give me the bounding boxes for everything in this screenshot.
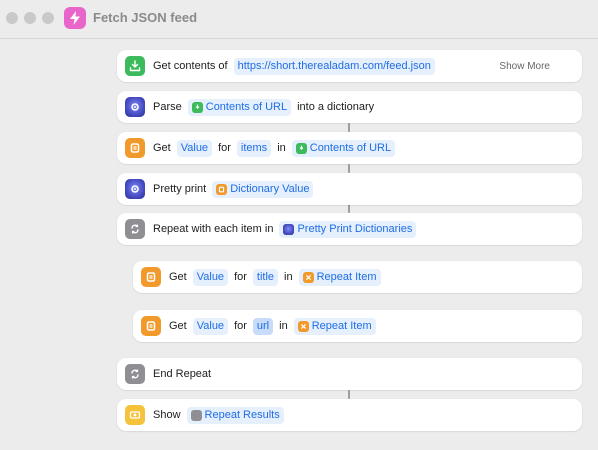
minimize-window-button[interactable] <box>24 12 36 24</box>
action-repeat-with-each[interactable]: Repeat with each item in Pretty Print Di… <box>117 213 582 245</box>
action-label: Pretty print <box>153 183 207 195</box>
action-label: Get <box>169 271 187 283</box>
key-token[interactable]: title <box>252 268 279 286</box>
url-text: https://short.therealadam.com/feed.json <box>237 59 431 72</box>
for-word: for <box>218 142 231 154</box>
action-get-contents-of-url[interactable]: Get contents of https://short.therealada… <box>117 50 582 82</box>
value-token[interactable]: Value <box>176 139 213 157</box>
variable-token[interactable]: Repeat Results <box>186 406 284 424</box>
dictionary-icon <box>125 138 145 158</box>
action-get-title-value[interactable]: Get Value for title in Repeat Item <box>133 261 582 293</box>
show-more-button[interactable]: Show More <box>499 61 550 72</box>
variable-name: Contents of URL <box>309 141 392 154</box>
title-bar: Fetch JSON feed <box>0 0 598 39</box>
key-token[interactable]: items <box>236 139 272 157</box>
variable-token[interactable]: Pretty Print Dictionaries <box>279 220 417 238</box>
variable-name: Dictionary Value <box>230 182 310 195</box>
scripting-gear-icon <box>283 223 295 235</box>
action-get-url-value[interactable]: Get Value for url in Repeat Item <box>133 310 582 342</box>
dictionary-icon <box>141 267 161 287</box>
repeat-item-x-icon <box>297 320 309 332</box>
variable-name: Contents of URL <box>205 100 288 113</box>
action-get-dictionary-value[interactable]: Get Value for items in Contents of URL <box>117 132 582 164</box>
for-word: for <box>234 271 247 283</box>
action-end-repeat[interactable]: End Repeat <box>117 358 582 390</box>
value-token[interactable]: Value <box>192 317 229 335</box>
key-token[interactable]: url <box>252 317 274 335</box>
action-suffix: into a dictionary <box>297 101 375 113</box>
dictionary-icon <box>141 316 161 336</box>
variable-token[interactable]: Repeat Item <box>298 268 381 286</box>
in-word: in <box>279 320 288 332</box>
action-label: End Repeat <box>153 368 212 380</box>
repeat-icon <box>125 364 145 384</box>
flow-connector <box>348 390 350 399</box>
dictionary-icon <box>216 183 228 195</box>
download-icon <box>191 101 203 113</box>
action-label: Repeat with each item in <box>153 223 274 235</box>
in-word: in <box>284 271 293 283</box>
variable-name: Repeat Results <box>204 408 280 421</box>
variable-token[interactable]: Contents of URL <box>291 139 396 157</box>
action-label: Get contents of <box>153 60 228 72</box>
action-label: Show <box>153 409 181 421</box>
in-word: in <box>277 142 286 154</box>
action-label: Get <box>169 320 187 332</box>
scripting-gear-icon <box>125 179 145 199</box>
window-title: Fetch JSON feed <box>93 10 198 25</box>
action-label: Parse <box>153 101 182 113</box>
repeat-icon <box>125 219 145 239</box>
scripting-gear-icon <box>125 97 145 117</box>
url-token[interactable]: https://short.therealadam.com/feed.json <box>233 57 435 75</box>
action-parse-dictionary[interactable]: Parse Contents of URL into a dictionary <box>117 91 582 123</box>
quick-look-icon <box>125 405 145 425</box>
repeat-results-icon <box>190 409 202 421</box>
shortcut-bolt-icon <box>64 7 86 29</box>
repeat-item-x-icon <box>302 271 314 283</box>
variable-name: Repeat Item <box>311 319 372 332</box>
flow-connector <box>348 204 350 213</box>
action-pretty-print[interactable]: Pretty print Dictionary Value <box>117 173 582 205</box>
value-token[interactable]: Value <box>192 268 229 286</box>
close-window-button[interactable] <box>6 12 18 24</box>
variable-token[interactable]: Repeat Item <box>293 317 376 335</box>
variable-token[interactable]: Contents of URL <box>187 98 292 116</box>
for-word: for <box>234 320 247 332</box>
download-icon <box>295 142 307 154</box>
download-icon <box>125 56 145 76</box>
action-label: Get <box>153 142 171 154</box>
variable-name: Pretty Print Dictionaries <box>297 222 413 235</box>
flow-connector <box>348 123 350 132</box>
variable-name: Repeat Item <box>316 270 377 283</box>
flow-connector <box>348 164 350 173</box>
action-show-result[interactable]: Show Repeat Results <box>117 399 582 431</box>
zoom-window-button[interactable] <box>42 12 54 24</box>
variable-token[interactable]: Dictionary Value <box>212 180 314 198</box>
